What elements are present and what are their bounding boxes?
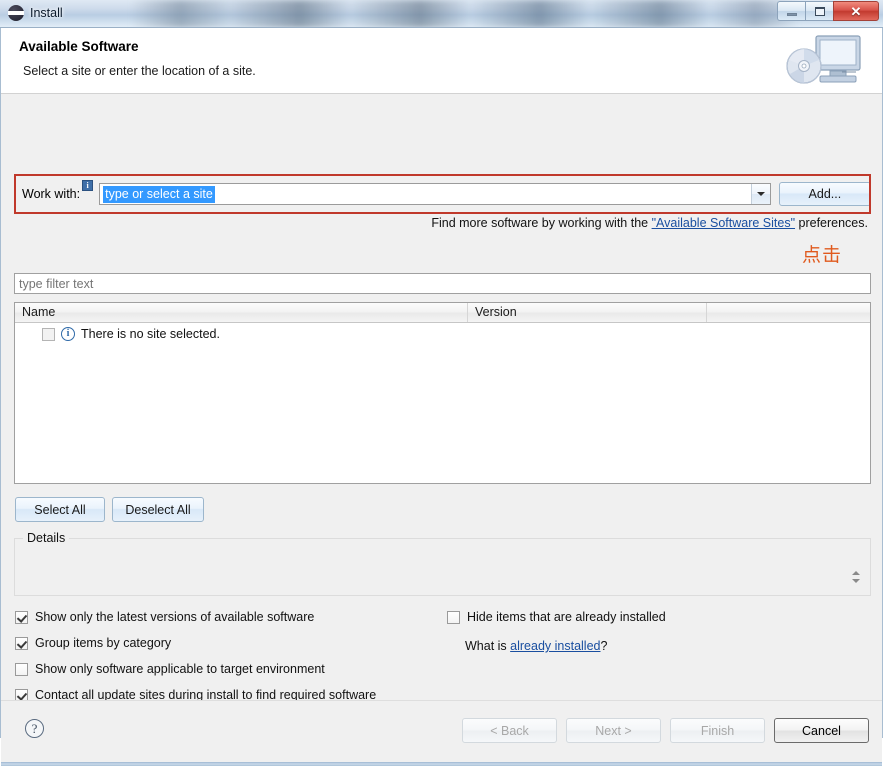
option-hide-installed-checkbox[interactable] xyxy=(447,610,460,624)
work-with-label-text: Work with: xyxy=(22,187,81,201)
option-target-environment[interactable]: Show only software applicable to target … xyxy=(15,662,325,676)
page-subtitle: Select a site or enter the location of a… xyxy=(23,64,256,78)
dialog-banner: Available Software Select a site or ente… xyxy=(1,28,882,94)
table-row[interactable]: i There is no site selected. xyxy=(15,323,870,345)
find-more-suffix: preferences. xyxy=(795,216,869,230)
maximize-icon xyxy=(814,6,825,16)
work-with-combo[interactable]: type or select a site xyxy=(99,183,771,205)
details-legend: Details xyxy=(23,531,70,545)
close-button[interactable]: ✕ xyxy=(833,1,879,21)
info-badge-icon: i xyxy=(82,180,94,191)
available-software-sites-link[interactable]: "Available Software Sites" xyxy=(652,216,795,230)
find-more-prefix: Find more software by working with the xyxy=(431,216,652,230)
back-button[interactable]: < Back xyxy=(462,718,557,743)
work-with-input-value[interactable]: type or select a site xyxy=(103,185,215,203)
info-icon: i xyxy=(61,327,75,341)
option-target-environment-checkbox[interactable] xyxy=(15,662,28,676)
computer-disc-icon xyxy=(784,30,868,92)
page-title: Available Software xyxy=(19,39,139,54)
work-with-label: Work with:i xyxy=(22,180,94,201)
add-site-button[interactable]: Add... xyxy=(778,182,871,206)
available-software-table: Name Version i There is no site selected… xyxy=(14,302,871,484)
option-show-latest-versions-label: Show only the latest versions of availab… xyxy=(35,610,315,624)
title-bar-left: Install xyxy=(8,5,63,21)
details-panel xyxy=(14,538,871,596)
filter-input[interactable] xyxy=(14,273,871,294)
window-bottom-edge xyxy=(1,762,882,766)
work-with-row: Work with:i type or select a site Add... xyxy=(14,174,871,214)
table-header: Name Version xyxy=(15,303,870,323)
column-header-name[interactable]: Name xyxy=(15,303,468,322)
deselect-all-button[interactable]: Deselect All xyxy=(112,497,204,522)
option-group-by-category-label: Group items by category xyxy=(35,636,172,650)
column-header-version[interactable]: Version xyxy=(468,303,707,322)
row-label: There is no site selected. xyxy=(81,327,220,341)
maximize-button[interactable] xyxy=(805,1,833,21)
scroll-up-icon[interactable] xyxy=(852,571,860,575)
dialog-content: Work with:i type or select a site Add...… xyxy=(1,94,882,702)
minimize-button[interactable] xyxy=(777,1,805,21)
already-installed-link[interactable]: already installed xyxy=(510,639,600,653)
option-target-environment-label: Show only software applicable to target … xyxy=(35,662,325,676)
dialog-footer: ? < Back Next > Finish Cancel xyxy=(1,700,882,766)
wizard-buttons: < Back Next > Finish Cancel xyxy=(462,718,869,743)
help-icon[interactable]: ? xyxy=(25,719,44,738)
minimize-icon xyxy=(786,12,797,16)
next-button[interactable]: Next > xyxy=(566,718,661,743)
details-scroll-spinner[interactable] xyxy=(850,566,862,588)
click-annotation: 点击 xyxy=(802,244,843,266)
option-hide-installed[interactable]: Hide items that are already installed xyxy=(447,610,666,624)
option-show-latest-versions[interactable]: Show only the latest versions of availab… xyxy=(15,610,314,624)
title-bar: Install ✕ xyxy=(0,0,883,28)
chevron-down-icon xyxy=(756,192,765,196)
option-group-by-category-checkbox[interactable] xyxy=(15,636,28,650)
option-group-by-category[interactable]: Group items by category xyxy=(15,636,171,650)
title-bar-glass xyxy=(0,0,883,27)
select-all-button[interactable]: Select All xyxy=(15,497,105,522)
option-show-latest-versions-checkbox[interactable] xyxy=(15,610,28,624)
find-more-software-text: Find more software by working with the "… xyxy=(431,216,868,230)
row-checkbox[interactable] xyxy=(42,327,55,341)
what-is-already-installed: What is already installed? xyxy=(465,639,607,653)
what-is-prefix: What is xyxy=(465,639,511,653)
work-with-dropdown-button[interactable] xyxy=(750,184,770,204)
column-header-extra[interactable] xyxy=(707,303,870,322)
cancel-button[interactable]: Cancel xyxy=(774,718,869,743)
finish-button[interactable]: Finish xyxy=(670,718,765,743)
scroll-down-icon[interactable] xyxy=(852,579,860,583)
what-is-suffix: ? xyxy=(600,639,608,653)
caption-buttons: ✕ xyxy=(777,1,879,21)
install-dialog-window: Install ✕ Available Software Select a si… xyxy=(0,0,883,766)
window-title: Install xyxy=(30,6,63,20)
close-icon: ✕ xyxy=(850,3,862,19)
option-hide-installed-label: Hide items that are already installed xyxy=(467,610,666,624)
eclipse-icon xyxy=(8,5,24,21)
dialog-body: Available Software Select a site or ente… xyxy=(0,28,883,766)
